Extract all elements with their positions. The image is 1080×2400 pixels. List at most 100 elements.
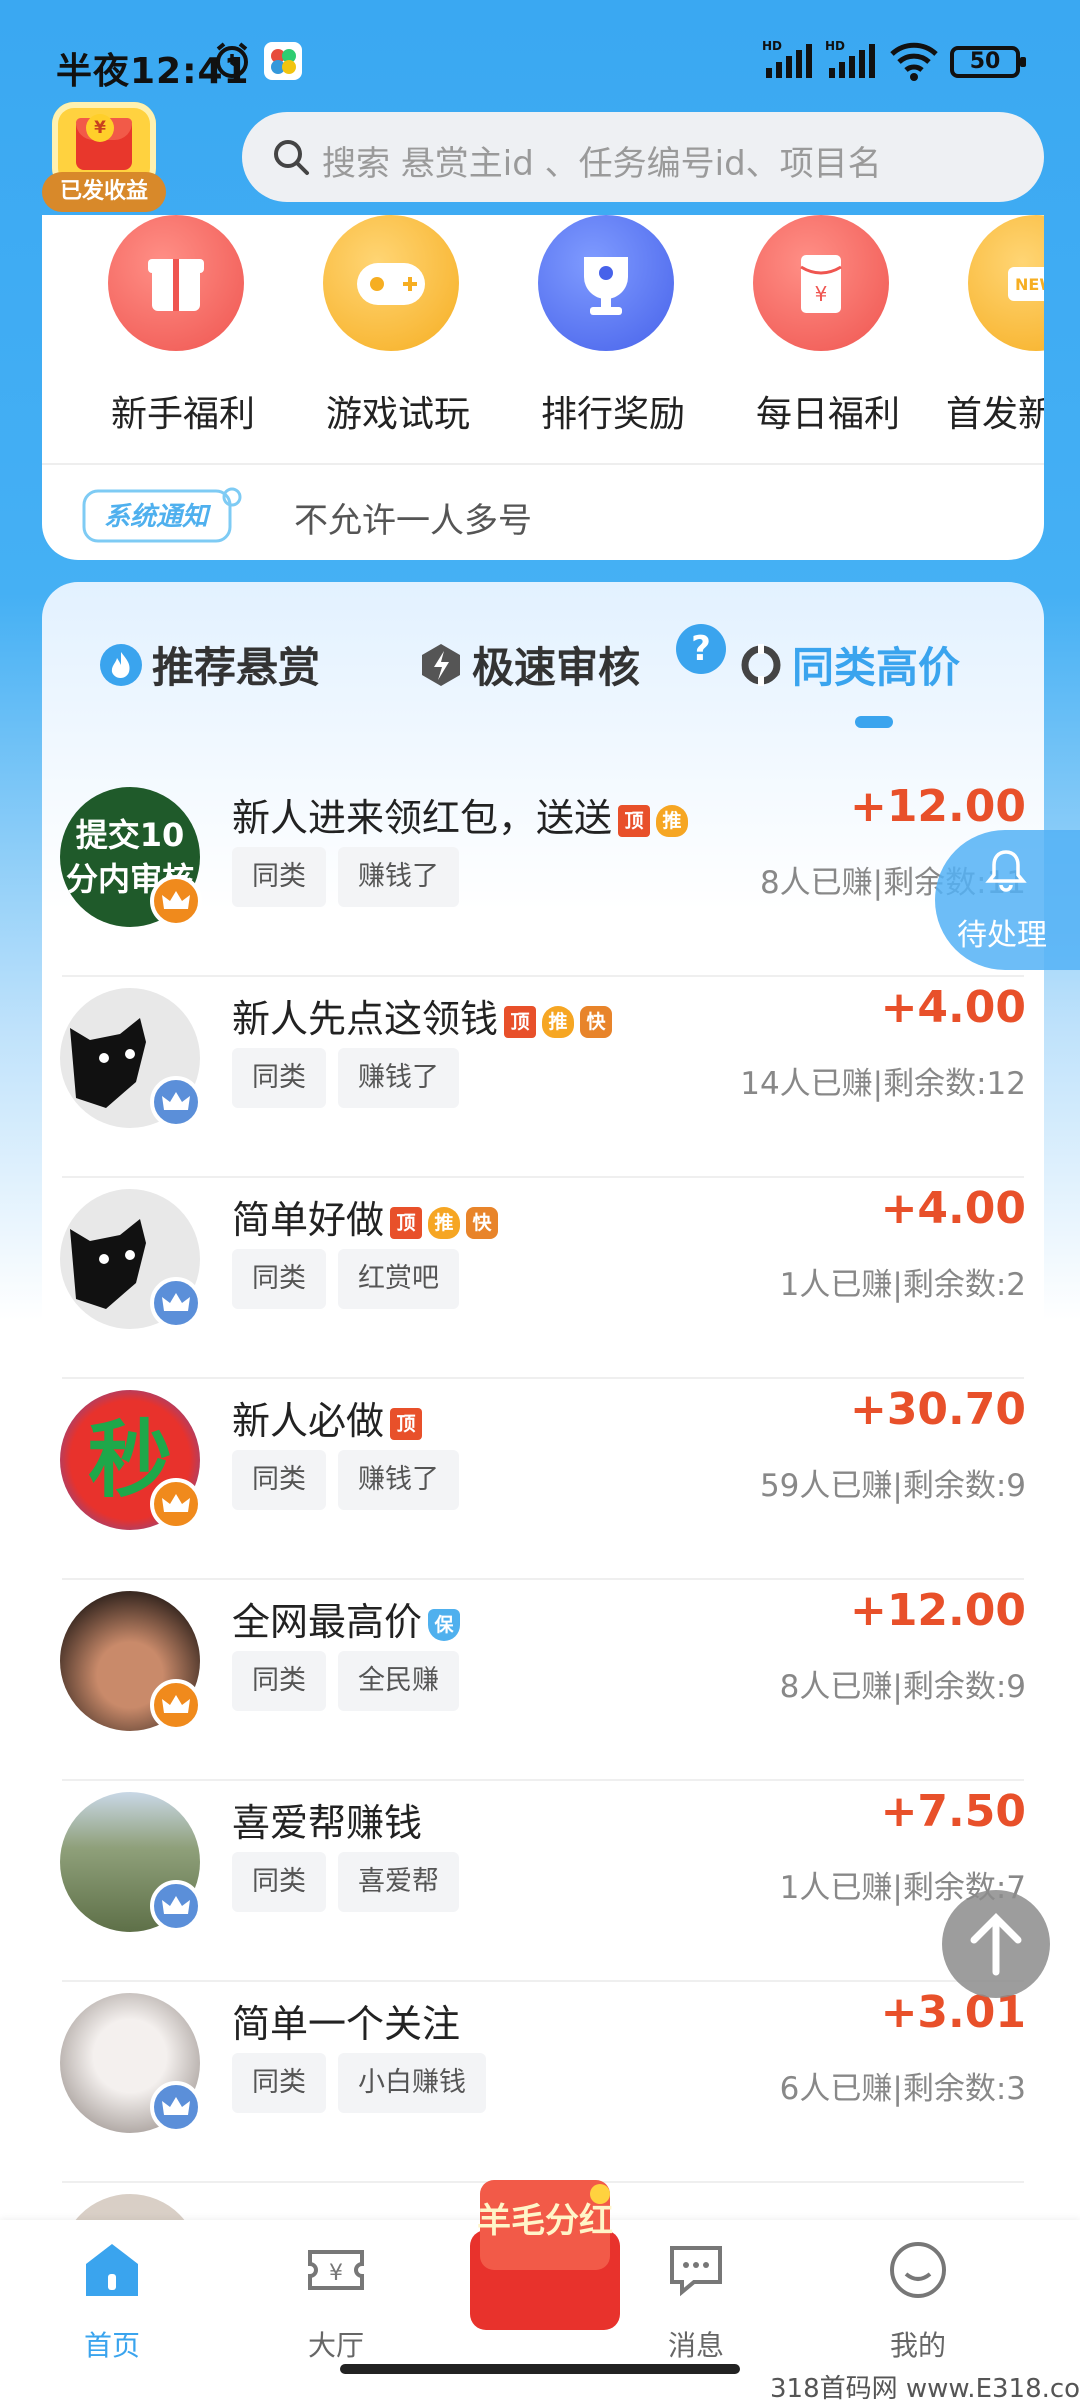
crown-badge-icon [150,1277,202,1329]
alarm-icon [216,42,248,78]
svg-text:NEW: NEW [1015,275,1044,294]
tag: 同类 [232,2053,326,2113]
divider [62,1176,1024,1178]
task-title-text: 新人进来领红包，送送 [232,796,613,840]
new-icon: NEW [1008,267,1044,301]
task-tags: 同类 小白赚钱 [232,2053,498,2113]
gift-icon [148,259,204,311]
svg-text:羊毛分红: 羊毛分红 [477,2201,613,2241]
task-title-text: 新人必做 [232,1399,385,1443]
refresh-icon [741,644,781,686]
flame-icon [100,644,142,686]
tag: 红赏吧 [338,1249,459,1309]
fast-mark-icon: 快 [466,1207,499,1239]
nav-label: 首页 [83,2329,140,2362]
pending-label: 待处理 [957,918,1047,953]
category-label: 首发新 [946,394,1044,435]
nav-label: 消息 [667,2329,724,2362]
crown-badge-icon [150,1478,202,1530]
task-tags: 同类 喜爱帮 [232,1852,471,1912]
fast-mark-icon: 快 [580,1006,613,1038]
tab-similar-high-price[interactable]: 同类高价 [738,634,960,694]
divider [62,975,1024,977]
task-price: +7.50 [880,1786,1026,1837]
notice-text: 不允许一人多号 [294,501,532,541]
tag: 同类 [232,1249,326,1309]
tab-label: 推荐悬赏 [152,643,321,692]
crown-badge-icon [150,1679,202,1731]
recommend-mark-icon: 推 [428,1207,461,1239]
tab-active-indicator [855,716,893,728]
task-title: 喜爱帮赚钱 [232,1792,422,1847]
divider [62,1578,1024,1580]
svg-text:HD: HD [825,39,845,53]
svg-text:系统通知: 系统通知 [104,502,212,532]
task-stats: 1人已赚|剩余数:2 [779,1267,1026,1303]
earnings-button[interactable]: ¥ 已发收益 [42,102,166,212]
arrow-up-icon [970,1913,1022,1976]
task-row[interactable]: 简单一个关注 同类 小白赚钱 +3.01 6人已赚|剩余数:3 [42,1983,1044,2184]
crown-badge-icon [150,2081,202,2133]
category-card: 新手福利 游戏试玩 排行奖励 ¥ 每日福利 NEW 首发新 系统通知 不允许一人… [42,215,1044,560]
task-title-text: 简单好做 [232,1198,385,1242]
ticket-icon: ¥ [308,2250,364,2290]
task-stats: 59人已赚|剩余数:9 [759,1468,1026,1504]
tag: 同类 [232,847,326,907]
task-tags: 同类 红赏吧 [232,1249,471,1309]
task-row[interactable]: 简单好做顶推快 同类 红赏吧 +4.00 1人已赚|剩余数:2 [42,1179,1044,1380]
recommend-mark-icon: 推 [656,805,689,837]
task-title: 新人必做顶 [232,1390,423,1445]
home-indicator[interactable] [340,2364,740,2374]
signal-icon: HD [762,39,812,78]
watermark: 318首码网 www.E318.com [770,2374,1080,2400]
task-row[interactable]: 全网最高价保 同类 全民赚 +12.00 8人已赚|剩余数:9 [42,1581,1044,1782]
task-row[interactable]: 提交10分内审核 新人进来领红包，送送顶推 同类 赚钱了 +12.00 8人已赚|… [42,777,1044,978]
task-list-card: 推荐悬赏 极速审核 ? 同类高价 提交10分内审核 新人进来领红包，送送顶推 同… [42,582,1044,2222]
top-mark-icon: 顶 [390,1408,423,1440]
nav-label: 大厅 [307,2329,364,2362]
red-packet-promo-icon: 羊毛分红 [470,2180,620,2330]
svg-text:¥: ¥ [329,2261,343,2286]
notification-app-icon [264,42,302,80]
task-title-text: 全网最高价 [232,1600,423,1644]
search-icon [274,140,309,175]
svg-text:¥: ¥ [815,282,828,306]
task-row[interactable]: 新人先点这领钱顶推快 同类 赚钱了 +4.00 14人已赚|剩余数:12 [42,978,1044,1179]
crown-badge-icon [150,1880,202,1932]
back-to-top-button[interactable] [942,1890,1050,1998]
system-notice-tag: 系统通知 [82,487,242,543]
tab-bar: 推荐悬赏 极速审核 ? 同类高价 [42,582,1044,742]
signal-icon-2: HD [825,39,875,78]
search-bar[interactable]: 搜索 悬赏主id 、任务编号id、项目名 [242,112,1044,202]
nav-label: 我的 [889,2329,946,2362]
tab-label: 极速审核 [472,643,641,692]
task-row[interactable]: 喜爱帮赚钱 同类 喜爱帮 +7.50 1人已赚|剩余数:7 [42,1782,1044,1983]
guarantee-mark-icon: 保 [428,1609,461,1641]
help-icon[interactable]: ? [676,624,726,674]
category-label: 每日福利 [755,394,900,435]
tab-fast-review[interactable]: 极速审核 [418,634,640,694]
top-mark-icon: 顶 [618,805,651,837]
task-title-text: 喜爱帮赚钱 [232,1801,423,1845]
task-tags: 同类 全民赚 [232,1651,471,1711]
task-tags: 同类 赚钱了 [232,847,471,907]
divider [62,1377,1024,1379]
promo-center-button[interactable]: 羊毛分红 [450,2170,640,2340]
divider [62,1980,1024,1982]
task-price: +4.00 [880,982,1026,1033]
tag: 小白赚钱 [338,2053,486,2113]
recommend-mark-icon: 推 [542,1006,575,1038]
svg-text:HD: HD [762,39,782,53]
pending-button[interactable]: 待处理 [935,830,1080,970]
crown-badge-icon [150,1076,202,1128]
wifi-icon [890,42,938,81]
yuan-coin-icon: ¥ [86,114,114,142]
search-placeholder: 搜索 悬赏主id 、任务编号id、项目名 [322,144,882,184]
task-row[interactable]: 秒 新人必做顶 同类 赚钱了 +30.70 59人已赚|剩余数:9 [42,1380,1044,1581]
tab-label: 同类高价 [792,643,961,692]
tab-recommended[interactable]: 推荐悬赏 [98,634,320,694]
tag: 全民赚 [338,1651,459,1711]
tag: 赚钱了 [338,847,459,907]
avatar [60,2194,200,2222]
task-title: 简单好做顶推快 [232,1189,499,1244]
